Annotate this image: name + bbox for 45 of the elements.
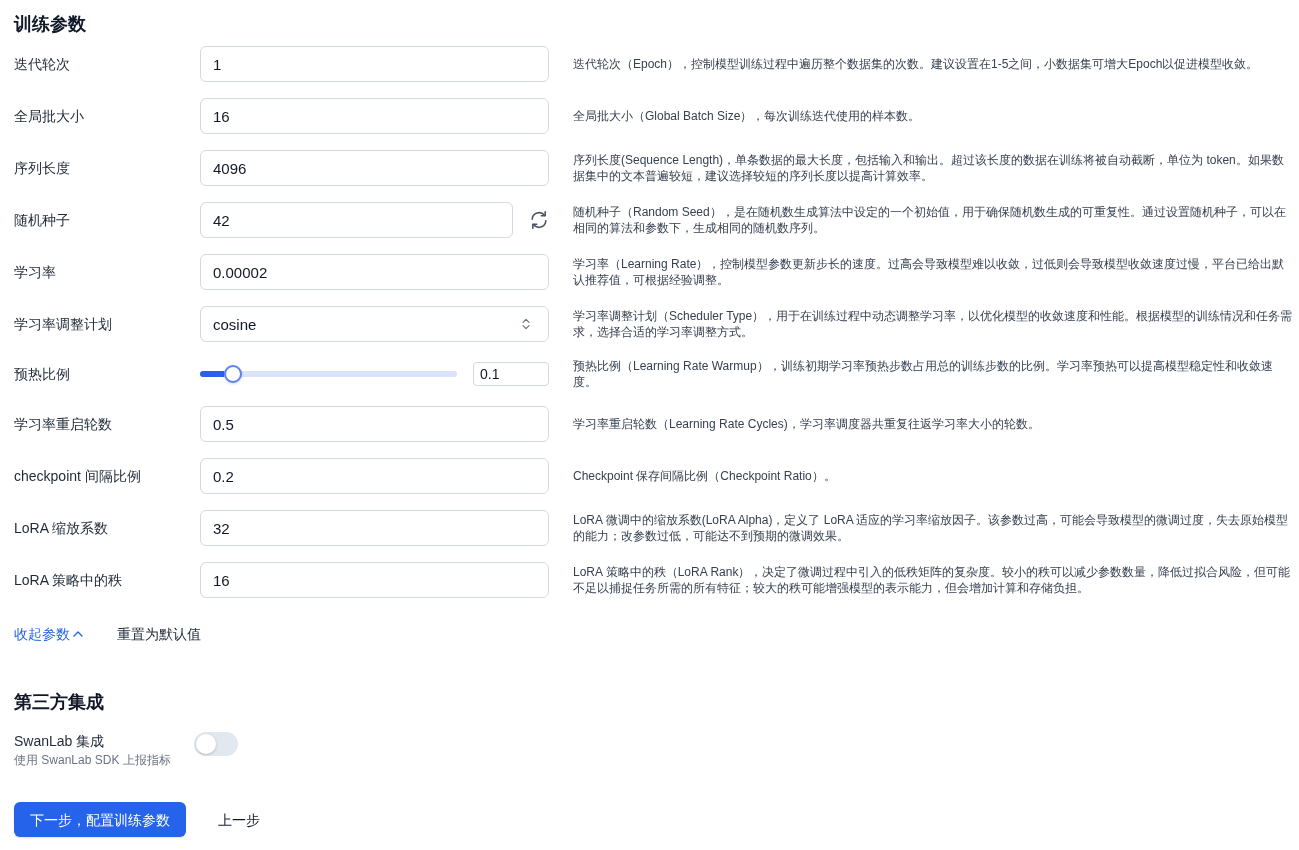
input-field[interactable]: 0.00002 — [200, 254, 549, 290]
field-description: 序列长度(Sequence Length)，单条数据的最大长度，包括输入和输出。超过该长度的数据在训练将被自动截断，单位为 token。如果数据集中的文本普遍较短，建议选择较短的序列长度以提高计算效率。 — [573, 152, 1285, 184]
field-label: 预热比例 — [14, 365, 70, 384]
input-field[interactable]: 1 — [200, 46, 549, 82]
field-label: 学习率调整计划 — [14, 315, 112, 334]
field-description: LoRA 微调中的缩放系数(LoRA Alpha)，定义了 LoRA 适应的学习率缩放因子。该参数过高，可能会导致模型的微调过度，失去原始模型的能力；改参数过低，可能达不到预期的微调效果。 — [573, 512, 1290, 544]
field-description: Checkpoint 保存间隔比例（Checkpoint Ratio）。 — [573, 468, 836, 484]
field-description: 学习率重启轮数（Learning Rate Cycles)，学习率调度器共重复往返学习率大小的轮数。 — [573, 416, 1040, 432]
field-description: 学习率（Learning Rate），控制模型参数更新步长的速度。过高会导致模型难以收敛，过低则会导致模型收敛速度过慢，平台已给出默认推荐值，可根据经验调整。 — [573, 256, 1286, 288]
toggle-switch[interactable] — [194, 732, 238, 756]
field-label: LoRA 缩放系数 — [14, 519, 109, 538]
field-description: LoRA 策略中的秩（LoRA Rank），决定了微调过程中引入的低秩矩阵的复杂度。较小的秩可以减少参数数量，降低过拟合风险，但可能不足以捕捉任务所需的所有特征；较大的秩可能增强模型的表示能力，但会增加计算和存储负担。 — [573, 564, 1292, 596]
field-label: 迭代轮次 — [14, 55, 70, 74]
field-description: 预热比例（Learning Rate Warmup），训练初期学习率预热步数占用总的训练步数的比例。学习率预热可以提高模型稳定性和收敛速度。 — [573, 358, 1274, 390]
field-label: LoRA 策略中的秩 — [14, 571, 123, 590]
input-field[interactable]: 4096 — [200, 150, 549, 186]
field-label: 学习率重启轮数 — [14, 415, 112, 434]
field-description: 随机种子（Random Seed），是在随机数生成算法中设定的一个初始值，用于确保随机数生成的可重复性。通过设置随机种子，可以在相同的算法和参数下，生成相同的随机数序列。 — [573, 204, 1287, 236]
updown-chevron-icon — [522, 318, 530, 330]
input-field[interactable]: 16 — [200, 98, 549, 134]
input-field[interactable]: 42 — [200, 202, 513, 238]
next-step-button[interactable]: 下一步，配置训练参数 — [14, 802, 186, 837]
input-field[interactable]: 16 — [200, 562, 549, 598]
select-field[interactable]: cosine — [200, 306, 549, 342]
field-label: 全局批大小 — [14, 107, 84, 126]
field-description: 学习率调整计划（Scheduler Type），用于在训练过程中动态调整学习率，以优化模型的收敛速度和性能。根据模型的训练情况和任务需求，选择合适的学习率调整方式。 — [573, 308, 1294, 340]
input-field[interactable]: 0.2 — [200, 458, 549, 494]
input-field[interactable]: 0.5 — [200, 406, 549, 442]
integration-hint: 使用 SwanLab SDK 上报指标 — [14, 752, 171, 769]
previous-step-button[interactable]: 上一步 — [206, 802, 272, 837]
section-title: 训练参数 — [14, 13, 86, 36]
reset-button[interactable]: 重置为默认值 — [117, 624, 201, 644]
slider-thumb[interactable] — [223, 365, 242, 383]
refresh-icon[interactable] — [529, 210, 549, 230]
field-label: 随机种子 — [14, 211, 70, 230]
field-description: 迭代轮次（Epoch），控制模型训练过程中遍历整个数据集的次数。建议设置在1-5之间，小数据集可增大Epoch以促进模型收敛。 — [573, 56, 1259, 72]
field-label: 序列长度 — [14, 159, 70, 178]
collapse-link[interactable]: 收起参数 — [14, 624, 83, 644]
field-description: 全局批大小（Global Batch Size），每次训练迭代使用的样本数。 — [573, 108, 921, 124]
field-label: 学习率 — [14, 263, 56, 282]
input-field[interactable]: 32 — [200, 510, 549, 546]
number-input[interactable]: 0.1 — [473, 362, 549, 386]
integration-label: SwanLab 集成 — [14, 732, 105, 751]
section-title: 第三方集成 — [14, 691, 104, 714]
field-label: checkpoint 间隔比例 — [14, 467, 141, 486]
